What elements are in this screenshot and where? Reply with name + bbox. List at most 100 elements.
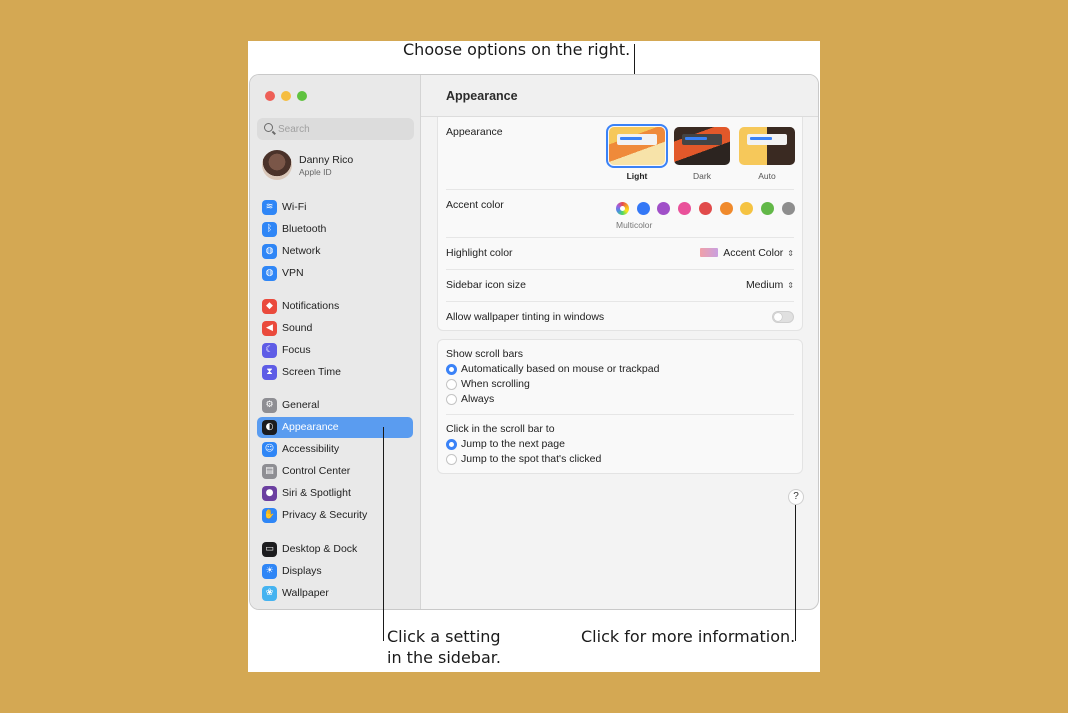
sidebar-item-bluetooth[interactable]: ᛒ Bluetooth (257, 219, 413, 240)
jump-to-spot-label[interactable]: Jump to the spot that's clicked (461, 453, 601, 465)
leader-line-left (383, 427, 384, 641)
scroll-always-radio[interactable] (446, 394, 457, 405)
accent-color-swatch[interactable] (781, 202, 795, 215)
accent-swatch-caption: Multicolor (616, 220, 653, 230)
sidebar-item-general[interactable]: ⚙ General (257, 395, 413, 416)
search-field[interactable] (257, 118, 414, 140)
accent-color-swatch[interactable] (657, 202, 671, 215)
thumb-bar-shape (750, 137, 772, 140)
popup-stepper-icon: ⇕ (787, 281, 794, 290)
sidebar-item-appearance[interactable]: ◐ Appearance (257, 417, 413, 438)
sidebar-item-wallpaper[interactable]: ❀ Wallpaper (257, 583, 413, 604)
callout-click-setting-line2: in the sidebar. (387, 648, 501, 667)
dock-icon: ▭ (262, 542, 277, 557)
search-icon (264, 123, 273, 132)
callout-click-setting: Click a setting in the sidebar. (387, 626, 501, 668)
divider (446, 301, 794, 302)
highlight-color-value: Accent Color (723, 247, 784, 259)
appearance-group: Appearance Light Dark Auto Accent color … (437, 117, 803, 331)
scroll-when-scrolling-label[interactable]: When scrolling (461, 378, 530, 390)
close-window-button[interactable] (265, 91, 275, 101)
thumb-bar-shape (620, 137, 642, 140)
accent-color-swatch[interactable] (678, 202, 692, 215)
sidebar-item-accessibility[interactable]: ☺ Accessibility (257, 439, 413, 460)
appearance-auto-option[interactable] (739, 127, 795, 165)
appearance-icon: ◐ (262, 420, 277, 435)
vpn-globe-icon: ◍ (262, 266, 277, 281)
appearance-light-label: Light (626, 171, 648, 181)
scroll-when-scrolling-radio[interactable] (446, 379, 457, 390)
sidebar-item-label: Network (282, 245, 321, 257)
apple-id-account[interactable]: Danny Rico Apple ID (262, 150, 412, 182)
appearance-label: Appearance (446, 126, 503, 138)
sidebar-item-focus[interactable]: ☾ Focus (257, 340, 413, 361)
accent-color-swatch[interactable] (719, 202, 733, 215)
sidebar-item-label: Displays (282, 565, 322, 577)
thumb-bar-shape (685, 137, 707, 140)
accent-color-swatch[interactable] (760, 202, 774, 215)
sidebar-item-label: Wi-Fi (282, 201, 307, 213)
accent-color-swatch[interactable] (740, 202, 754, 215)
sidebar-item-label: Siri & Spotlight (282, 487, 351, 499)
divider (446, 237, 794, 238)
wallpaper-tinting-toggle[interactable] (772, 311, 794, 323)
sidebar-item-label: Focus (282, 344, 311, 356)
appearance-auto-label: Auto (758, 171, 776, 181)
highlight-color-swatch (700, 248, 719, 257)
sidebar-item-sound[interactable]: ◀ Sound (257, 318, 413, 339)
help-button[interactable]: ? (788, 489, 804, 505)
sidebar-item-siri-spotlight[interactable]: ● Siri & Spotlight (257, 483, 413, 504)
sidebar-item-label: General (282, 399, 320, 411)
bluetooth-icon: ᛒ (262, 222, 277, 237)
sidebar-item-privacy-security[interactable]: ✋ Privacy & Security (257, 505, 413, 526)
sidebar-item-label: Privacy & Security (282, 509, 368, 521)
sidebar-item-label: Sound (282, 322, 313, 334)
sidebar-item-network[interactable]: ◍ Network (257, 241, 413, 262)
control-center-icon: ▤ (262, 464, 277, 479)
highlight-color-popup[interactable]: Accent Color ⇕ (700, 247, 794, 259)
sidebar: Danny Rico Apple ID ≋ Wi-Fi ᛒ Bluetooth ◍ Net… (250, 75, 421, 609)
hand-icon: ✋ (262, 508, 277, 523)
accent-color-swatch[interactable] (636, 202, 650, 215)
minimize-window-button[interactable] (281, 91, 291, 101)
appearance-dark-option[interactable] (674, 127, 730, 165)
search-input[interactable] (278, 121, 408, 137)
zoom-window-button[interactable] (297, 91, 307, 101)
siri-icon: ● (262, 486, 277, 501)
gear-icon: ⚙ (262, 398, 277, 413)
sidebar-item-label: Wallpaper (282, 587, 329, 599)
sidebar-item-displays[interactable]: ☀ Displays (257, 561, 413, 582)
jump-next-page-label[interactable]: Jump to the next page (461, 438, 565, 450)
sidebar-item-label: Screen Time (282, 366, 341, 378)
sidebar-item-wi-fi[interactable]: ≋ Wi-Fi (257, 197, 413, 218)
sidebar-item-label: Desktop & Dock (282, 543, 358, 555)
callout-choose-options: Choose options on the right. (403, 40, 631, 59)
sidebar-item-label: Bluetooth (282, 223, 327, 235)
popup-stepper-icon: ⇕ (787, 249, 794, 258)
moon-icon: ☾ (262, 343, 277, 358)
accent-color-swatch[interactable] (698, 202, 712, 215)
bell-icon: ◆ (262, 299, 277, 314)
jump-next-page-radio[interactable] (446, 439, 457, 450)
thumb-window-shape (617, 134, 657, 145)
sidebar-icon-size-popup[interactable]: Medium ⇕ (746, 279, 794, 291)
jump-to-spot-radio[interactable] (446, 454, 457, 465)
thumb-window-shape (747, 134, 787, 145)
appearance-dark-label: Dark (693, 171, 711, 181)
sidebar-item-label: Accessibility (282, 443, 340, 455)
system-settings-window: Danny Rico Apple ID ≋ Wi-Fi ᛒ Bluetooth ◍ Net… (249, 74, 819, 610)
accent-multicolor-swatch[interactable] (616, 202, 629, 215)
sidebar-item-vpn[interactable]: ◍ VPN (257, 263, 413, 284)
sidebar-item-control-center[interactable]: ▤ Control Center (257, 461, 413, 482)
flower-icon: ❀ (262, 586, 277, 601)
scroll-always-label[interactable]: Always (461, 393, 494, 405)
show-scroll-bars-label: Show scroll bars (446, 348, 524, 360)
scroll-auto-radio[interactable] (446, 364, 457, 375)
sidebar-item-label: Notifications (282, 300, 340, 312)
sidebar-item-notifications[interactable]: ◆ Notifications (257, 296, 413, 317)
scroll-auto-label[interactable]: Automatically based on mouse or trackpad (461, 363, 659, 375)
appearance-light-option[interactable] (606, 124, 668, 168)
accessibility-icon: ☺ (262, 442, 277, 457)
sidebar-item-desktop-dock[interactable]: ▭ Desktop & Dock (257, 539, 413, 560)
sidebar-item-screen-time[interactable]: ⧗ Screen Time (257, 362, 413, 383)
